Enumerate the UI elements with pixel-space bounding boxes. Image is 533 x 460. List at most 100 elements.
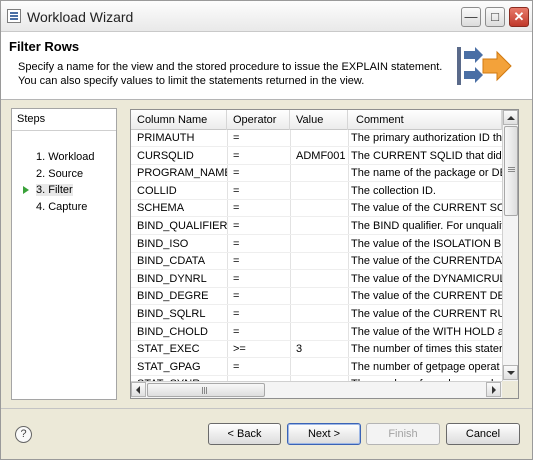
- page-description: Specify a name for the view and the stor…: [18, 61, 443, 87]
- wizard-header: Filter Rows Specify a name for the view …: [1, 32, 532, 100]
- scroll-up-button[interactable]: [503, 110, 518, 125]
- column-header-comment[interactable]: Comment: [348, 110, 502, 130]
- cell-value[interactable]: [290, 288, 348, 305]
- table-row[interactable]: COLLID = The collection ID.: [131, 183, 502, 200]
- cell-operator[interactable]: =: [227, 130, 290, 147]
- cell-column-name: BIND_CDATA: [137, 255, 206, 268]
- page-title: Filter Rows: [9, 39, 80, 54]
- cell-column-name: STAT_GPAG: [137, 360, 201, 373]
- steps-panel: Steps 1. Workload 2. Source 3. Filter 4.…: [11, 108, 117, 400]
- cell-operator[interactable]: =: [227, 306, 290, 323]
- filter-table: Column Name Operator Value Comment PRIMA…: [130, 109, 519, 399]
- cell-comment: The value of the CURRENT RUL: [351, 308, 502, 320]
- step-workload[interactable]: 1. Workload: [36, 151, 95, 163]
- cell-comment: The value of the CURRENTDAT: [351, 255, 502, 268]
- finish-button[interactable]: Finish: [366, 423, 440, 445]
- scroll-corner: [502, 381, 518, 398]
- horizontal-scrollbar[interactable]: [131, 381, 502, 398]
- cell-value[interactable]: [290, 130, 348, 147]
- cell-value[interactable]: [290, 271, 348, 288]
- cell-value[interactable]: [290, 306, 348, 323]
- cell-operator[interactable]: =: [227, 271, 290, 288]
- column-header-value[interactable]: Value: [290, 110, 348, 130]
- arrow-left-icon: [136, 386, 140, 394]
- step-filter[interactable]: 3. Filter: [36, 184, 73, 196]
- cell-column-name: PRIMAUTH: [137, 132, 195, 144]
- table-row[interactable]: PRIMAUTH = The primary authorization ID th: [131, 130, 502, 147]
- scroll-left-button[interactable]: [131, 382, 146, 397]
- table-row[interactable]: BIND_CDATA = The value of the CURRENTDAT: [131, 253, 502, 271]
- cell-value[interactable]: [290, 200, 348, 217]
- steps-title: Steps: [12, 109, 116, 131]
- title-bar[interactable]: Workload Wizard — □ ✕: [1, 1, 532, 32]
- cell-comment: The number of getpage operat: [351, 360, 500, 373]
- cell-value[interactable]: [290, 183, 348, 200]
- vertical-scroll-thumb[interactable]: [504, 126, 518, 216]
- cell-column-name: STAT_EXEC: [137, 343, 200, 356]
- cell-column-name: CURSQLID: [137, 149, 194, 162]
- finish-button-label: Finish: [388, 428, 418, 440]
- table-row[interactable]: SCHEMA = The value of the CURRENT SCH: [131, 200, 502, 218]
- cell-column-name: BIND_CHOLD: [137, 325, 208, 338]
- table-row[interactable]: STAT_GPAG = The number of getpage operat: [131, 359, 502, 376]
- cell-value[interactable]: [290, 218, 348, 235]
- step-capture[interactable]: 4. Capture: [36, 201, 87, 213]
- cell-value[interactable]: [290, 324, 348, 341]
- footer-divider: [1, 408, 532, 409]
- cell-value[interactable]: [290, 236, 348, 253]
- cell-value[interactable]: [290, 359, 348, 376]
- cell-operator[interactable]: =: [227, 200, 290, 217]
- cell-comment: The collection ID.: [351, 184, 436, 197]
- cell-value[interactable]: [290, 165, 348, 182]
- filter-arrows-graphic: [457, 47, 512, 85]
- cell-column-name: BIND_ISO: [137, 237, 189, 250]
- cell-operator[interactable]: =: [227, 218, 290, 235]
- minimize-button[interactable]: —: [461, 7, 481, 27]
- column-header-operator[interactable]: Operator: [227, 110, 290, 130]
- close-button[interactable]: ✕: [509, 7, 529, 27]
- cell-comment: The value of the CURRENT DEG: [351, 290, 502, 303]
- table-row[interactable]: BIND_DEGRE = The value of the CURRENT DEG: [131, 288, 502, 306]
- cell-operator[interactable]: =: [227, 288, 290, 305]
- table-header: Column Name Operator Value Comment: [131, 110, 502, 130]
- horizontal-scroll-thumb[interactable]: [147, 383, 265, 397]
- scroll-down-button[interactable]: [503, 365, 518, 380]
- cell-operator[interactable]: =: [227, 236, 290, 253]
- cell-operator[interactable]: =: [227, 253, 290, 270]
- back-button[interactable]: < Back: [208, 423, 281, 445]
- cell-comment: The number of times this stater: [351, 343, 502, 356]
- maximize-button[interactable]: □: [485, 7, 505, 27]
- cell-operator[interactable]: >=: [227, 341, 290, 358]
- cancel-button[interactable]: Cancel: [446, 423, 520, 445]
- cell-comment: The value of the WITH HOLD a: [351, 325, 502, 338]
- cell-column-name: BIND_DYNRL: [137, 272, 207, 285]
- table-row[interactable]: BIND_CHOLD = The value of the WITH HOLD a: [131, 324, 502, 341]
- next-button[interactable]: Next >: [287, 423, 361, 445]
- cell-operator[interactable]: =: [227, 324, 290, 341]
- step-source[interactable]: 2. Source: [36, 168, 83, 180]
- table-row[interactable]: CURSQLID = ADMF001 The CURRENT SQLID that d…: [131, 148, 502, 165]
- cell-operator[interactable]: =: [227, 183, 290, 200]
- wizard-app-icon: [7, 9, 21, 23]
- table-row[interactable]: BIND_ISO = The value of the ISOLATION BI: [131, 236, 502, 253]
- table-row[interactable]: BIND_DYNRL = The value of the DYNAMICRULE: [131, 271, 502, 288]
- cell-value[interactable]: ADMF001: [290, 148, 348, 165]
- table-row[interactable]: PROGRAM_NAME = The name of the package or …: [131, 165, 502, 183]
- vertical-scrollbar[interactable]: [502, 110, 518, 381]
- cell-value[interactable]: [290, 253, 348, 270]
- cancel-button-label: Cancel: [465, 428, 501, 440]
- arrow-up-icon: [507, 116, 515, 120]
- cell-operator[interactable]: =: [227, 359, 290, 376]
- column-header-name[interactable]: Column Name: [131, 110, 227, 130]
- help-icon[interactable]: ?: [15, 426, 32, 443]
- table-row[interactable]: STAT_EXEC >= 3 The number of times this sta…: [131, 341, 502, 359]
- scroll-right-button[interactable]: [486, 382, 501, 397]
- table-row[interactable]: BIND_QUALIFIER = The BIND qualifier. For u…: [131, 218, 502, 235]
- cell-operator[interactable]: =: [227, 165, 290, 182]
- table-row[interactable]: BIND_SQLRL = The value of the CURRENT RUL: [131, 306, 502, 323]
- cell-operator[interactable]: =: [227, 148, 290, 165]
- cell-value[interactable]: 3: [290, 341, 348, 358]
- cell-column-name: BIND_DEGRE: [137, 290, 209, 303]
- grip-icon: [202, 387, 203, 394]
- cell-comment: The value of the DYNAMICRULE: [351, 272, 502, 285]
